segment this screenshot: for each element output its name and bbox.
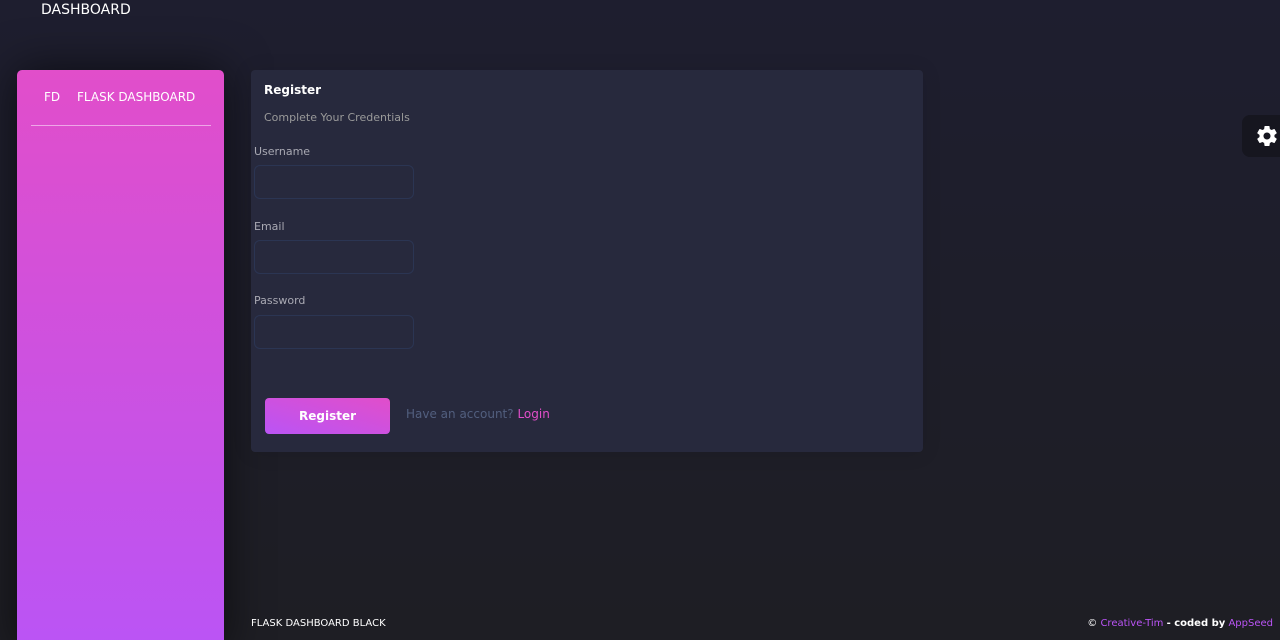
footer-credits: © Creative-Tim - coded by AppSeed bbox=[1087, 618, 1273, 629]
sidebar-divider bbox=[31, 125, 211, 126]
footer-brand: FLASK DASHBOARD BLACK bbox=[251, 618, 386, 629]
sidebar: FD FLASK DASHBOARD bbox=[17, 70, 224, 640]
password-label: Password bbox=[254, 294, 306, 307]
creative-tim-link[interactable]: Creative-Tim bbox=[1100, 618, 1163, 629]
register-card: Register Complete Your Credentials Usern… bbox=[251, 70, 923, 452]
email-input[interactable] bbox=[254, 240, 414, 274]
coded-by-text: - coded by bbox=[1166, 618, 1226, 629]
card-title: Register bbox=[264, 83, 322, 97]
password-input[interactable] bbox=[254, 315, 414, 349]
logo-text[interactable]: FLASK DASHBOARD bbox=[77, 90, 195, 104]
card-subtitle: Complete Your Credentials bbox=[264, 111, 410, 124]
settings-button[interactable] bbox=[1242, 115, 1280, 157]
copyright-symbol: © bbox=[1087, 618, 1098, 629]
appseed-link[interactable]: AppSeed bbox=[1228, 618, 1273, 629]
gear-icon bbox=[1257, 126, 1277, 146]
register-button[interactable]: Register bbox=[265, 398, 390, 434]
email-label: Email bbox=[254, 220, 285, 233]
username-label: Username bbox=[254, 145, 311, 158]
logo-mini[interactable]: FD bbox=[44, 90, 60, 104]
navbar-brand[interactable]: DASHBOARD bbox=[41, 2, 131, 18]
login-link[interactable]: Login bbox=[517, 407, 549, 421]
account-prompt-text: Have an account? bbox=[406, 407, 514, 421]
sidebar-logo[interactable]: FD FLASK DASHBOARD bbox=[17, 70, 224, 126]
account-prompt: Have an account? Login bbox=[406, 407, 550, 421]
username-input[interactable] bbox=[254, 165, 414, 199]
